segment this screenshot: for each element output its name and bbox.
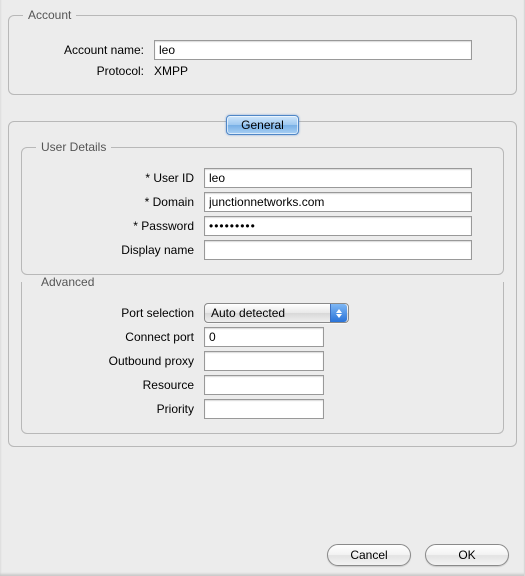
port-selection-dropdown[interactable]: Auto detected — [204, 303, 349, 323]
tab-general[interactable]: General — [226, 115, 299, 135]
account-name-label: Account name: — [23, 43, 154, 57]
account-settings-window: Account Account name: Protocol: XMPP Gen… — [0, 0, 525, 576]
user-id-label: * User ID — [36, 171, 204, 185]
domain-input[interactable] — [204, 192, 472, 212]
user-id-input[interactable] — [204, 168, 472, 188]
password-input[interactable] — [204, 216, 472, 236]
resource-label: Resource — [36, 378, 204, 392]
advanced-legend: Advanced — [36, 275, 99, 289]
account-legend: Account — [23, 8, 76, 22]
display-name-input[interactable] — [204, 240, 472, 260]
user-details-legend: User Details — [36, 140, 111, 154]
dialog-button-bar: Cancel OK — [327, 544, 509, 566]
user-details-group: User Details * User ID * Domain * Passwo… — [21, 140, 504, 275]
connect-port-label: Connect port — [36, 330, 204, 344]
connect-port-input[interactable] — [204, 327, 324, 347]
priority-input[interactable] — [204, 399, 324, 419]
ok-button[interactable]: OK — [425, 544, 509, 566]
advanced-group: Advanced Port selection Auto detected Co… — [21, 275, 504, 434]
priority-label: Priority — [36, 402, 204, 416]
tab-strip: General — [8, 103, 517, 121]
display-name-label: Display name — [36, 243, 204, 257]
protocol-value: XMPP — [154, 64, 188, 78]
outbound-proxy-label: Outbound proxy — [36, 354, 204, 368]
outbound-proxy-input[interactable] — [204, 351, 324, 371]
password-label: * Password — [36, 219, 204, 233]
port-selection-label: Port selection — [36, 306, 204, 320]
port-selection-value: Auto detected — [211, 306, 330, 320]
account-name-input[interactable] — [154, 40, 472, 60]
general-panel: User Details * User ID * Domain * Passwo… — [8, 121, 517, 447]
cancel-button[interactable]: Cancel — [327, 544, 411, 566]
domain-label: * Domain — [36, 195, 204, 209]
account-group: Account Account name: Protocol: XMPP — [8, 8, 517, 95]
resource-input[interactable] — [204, 375, 324, 395]
dropdown-stepper-icon — [330, 304, 347, 322]
protocol-label: Protocol: — [23, 64, 154, 78]
